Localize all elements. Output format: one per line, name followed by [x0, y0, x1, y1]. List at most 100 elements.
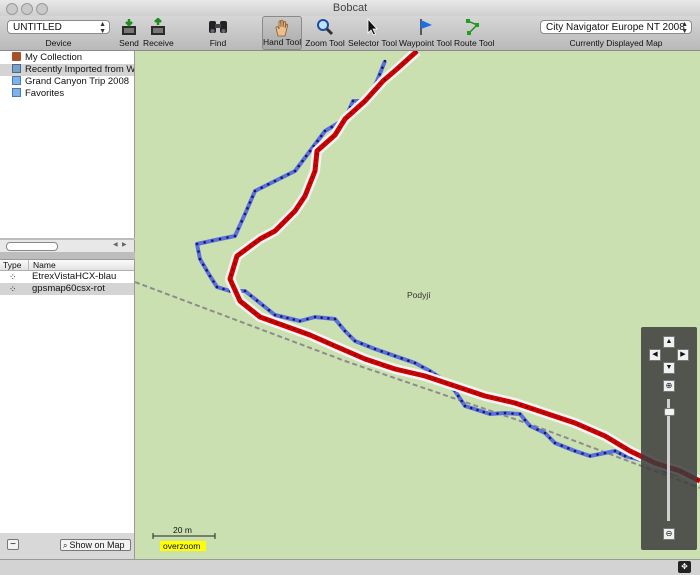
minimize-window-button[interactable]: [21, 3, 33, 15]
track-point: [273, 179, 277, 183]
send-label: Send: [119, 38, 139, 48]
track-point: [581, 452, 584, 455]
track-point: [323, 129, 327, 133]
collections-horizontal-scrollbar[interactable]: ◀ ▶: [0, 240, 135, 252]
map-select-value: City Navigator Europe NT 2008: [546, 22, 685, 33]
device-label: Device: [45, 38, 72, 48]
zoom-tool-button[interactable]: Zoom Tool: [305, 16, 345, 50]
zoom-out-icon: ⊖: [665, 529, 673, 538]
track-point: [261, 304, 265, 307]
track-point: [383, 59, 387, 63]
zoom-in-button[interactable]: ⊕: [663, 380, 675, 392]
blue-track: [195, 60, 700, 481]
track-point: [367, 345, 370, 348]
track-point: [560, 444, 563, 447]
track-point: [233, 234, 237, 238]
track-point: [338, 323, 342, 327]
track-point: [373, 347, 377, 351]
collection-item-recently-imported[interactable]: Recently Imported from WaypointTool: [0, 64, 134, 76]
collection-item-my-collection[interactable]: My Collection: [0, 52, 134, 64]
zoom-out-button[interactable]: ⊖: [663, 528, 675, 540]
waypoint-tool-label: Waypoint Tool: [399, 38, 452, 48]
table-row[interactable]: ⁘ EtrexVistaHCX-blau: [0, 271, 134, 283]
folder-icon: [12, 88, 21, 97]
track-point: [253, 189, 257, 193]
send-button[interactable]: Send: [118, 16, 140, 50]
track-point: [503, 411, 507, 415]
track-point: [203, 241, 206, 244]
track-point: [518, 412, 522, 416]
send-icon: [122, 19, 136, 35]
blue-track-points: [195, 59, 694, 479]
track-point: [195, 242, 199, 246]
track-point: [240, 220, 243, 223]
pan-up-button[interactable]: ▲: [663, 336, 675, 348]
track-point: [378, 73, 381, 76]
table-row[interactable]: ⁘ gpsmap60csx-rot: [0, 283, 134, 295]
map-view[interactable]: Podyjí 20 m overzoom: [135, 51, 700, 559]
zoom-slider-track[interactable]: [667, 399, 670, 521]
scroll-right-icon[interactable]: ▶: [122, 241, 127, 248]
track-point: [353, 339, 357, 343]
imported-folder-icon: [12, 64, 21, 73]
select-arrows-icon: ▲ ▼: [99, 21, 106, 35]
arrow-pointer-icon: [367, 18, 378, 36]
status-bar: ✥: [0, 559, 700, 575]
zoom-window-button[interactable]: [36, 3, 48, 15]
pan-right-button[interactable]: ▶: [677, 349, 689, 361]
track-point: [348, 334, 352, 338]
track-point: [211, 239, 214, 242]
track-point: [301, 159, 304, 163]
track-point: [222, 287, 225, 291]
map-canvas[interactable]: Podyjí 20 m overzoom: [135, 51, 700, 559]
waypoint-tool-button[interactable]: Waypoint Tool: [399, 16, 452, 50]
scale-label: 20 m: [173, 525, 192, 535]
locate-icon[interactable]: ✥: [678, 561, 691, 573]
track-point: [567, 447, 570, 450]
track-point: [596, 453, 599, 456]
column-header-type[interactable]: Type: [3, 260, 21, 270]
map-select-label: Currently Displayed Map: [569, 38, 663, 48]
track-point: [286, 316, 289, 320]
track-point: [215, 285, 219, 289]
receive-button[interactable]: Receive: [143, 16, 174, 50]
track-point: [407, 359, 410, 362]
find-button[interactable]: Find: [205, 16, 231, 50]
track-point: [543, 431, 547, 435]
track-point: [243, 289, 247, 293]
remove-button[interactable]: −: [7, 539, 19, 550]
track-point: [603, 451, 607, 455]
sidebar-bottom-bar: − ⌕ Show on Map: [0, 533, 135, 559]
pan-down-button[interactable]: ▼: [663, 362, 675, 374]
scroll-left-icon[interactable]: ◀: [113, 241, 118, 248]
track-point: [618, 452, 622, 455]
red-track-outline: [225, 51, 700, 486]
track-point: [548, 436, 552, 440]
column-header-name[interactable]: Name: [28, 260, 56, 270]
track-point: [428, 369, 432, 373]
zoom-slider-thumb[interactable]: [664, 408, 675, 417]
track-point: [387, 352, 390, 355]
track-point: [298, 319, 302, 323]
track-point: [251, 195, 254, 199]
window-title: Bobcat: [332, 2, 368, 14]
device-select[interactable]: UNTITLED ▲ ▼: [7, 20, 110, 35]
track-point: [197, 250, 200, 253]
show-on-map-button[interactable]: ⌕ Show on Map: [60, 539, 131, 551]
collection-item-favorites[interactable]: Favorites: [0, 88, 134, 100]
route-tool-button[interactable]: Route Tool: [454, 16, 494, 50]
window-titlebar: Bobcat: [0, 0, 700, 16]
hand-tool-button[interactable]: Hand Tool: [262, 16, 302, 50]
track-point: [308, 149, 312, 153]
selector-tool-button[interactable]: Selector Tool: [348, 16, 397, 50]
track-point: [327, 317, 330, 320]
track-point: [267, 308, 271, 312]
flag-icon: [420, 19, 432, 35]
map-select[interactable]: City Navigator Europe NT 2008 ▲ ▼: [540, 20, 692, 35]
close-window-button[interactable]: [6, 3, 18, 15]
scrollbar-thumb[interactable]: [6, 242, 58, 251]
track-point: [536, 428, 539, 431]
track-point: [573, 449, 577, 453]
pan-left-button[interactable]: ◀: [649, 349, 661, 361]
collection-item-grand-canyon[interactable]: Grand Canyon Trip 2008: [0, 76, 134, 88]
